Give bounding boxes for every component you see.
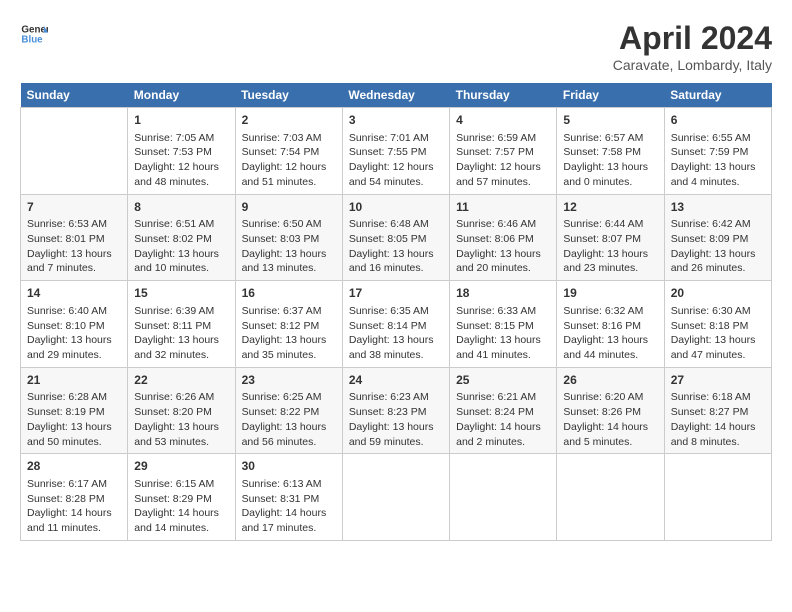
calendar-cell: 15Sunrise: 6:39 AMSunset: 8:11 PMDayligh… <box>128 281 235 368</box>
day-number: 29 <box>134 458 228 475</box>
day-number: 3 <box>349 112 443 129</box>
day-number: 11 <box>456 199 550 216</box>
calendar-cell: 2Sunrise: 7:03 AMSunset: 7:54 PMDaylight… <box>235 108 342 195</box>
calendar-cell: 30Sunrise: 6:13 AMSunset: 8:31 PMDayligh… <box>235 454 342 541</box>
calendar-cell: 22Sunrise: 6:26 AMSunset: 8:20 PMDayligh… <box>128 367 235 454</box>
calendar-week-row: 7Sunrise: 6:53 AMSunset: 8:01 PMDaylight… <box>21 194 772 281</box>
day-number: 24 <box>349 372 443 389</box>
day-number: 9 <box>242 199 336 216</box>
day-number: 13 <box>671 199 765 216</box>
calendar-cell: 29Sunrise: 6:15 AMSunset: 8:29 PMDayligh… <box>128 454 235 541</box>
calendar-cell <box>664 454 771 541</box>
calendar-cell: 18Sunrise: 6:33 AMSunset: 8:15 PMDayligh… <box>450 281 557 368</box>
calendar-cell: 28Sunrise: 6:17 AMSunset: 8:28 PMDayligh… <box>21 454 128 541</box>
calendar-week-row: 28Sunrise: 6:17 AMSunset: 8:28 PMDayligh… <box>21 454 772 541</box>
location-subtitle: Caravate, Lombardy, Italy <box>613 57 772 73</box>
calendar-header-friday: Friday <box>557 83 664 108</box>
calendar-cell: 14Sunrise: 6:40 AMSunset: 8:10 PMDayligh… <box>21 281 128 368</box>
calendar-cell: 13Sunrise: 6:42 AMSunset: 8:09 PMDayligh… <box>664 194 771 281</box>
calendar-table: SundayMondayTuesdayWednesdayThursdayFrid… <box>20 83 772 541</box>
day-number: 17 <box>349 285 443 302</box>
calendar-cell: 19Sunrise: 6:32 AMSunset: 8:16 PMDayligh… <box>557 281 664 368</box>
day-number: 14 <box>27 285 121 302</box>
calendar-cell <box>450 454 557 541</box>
day-number: 2 <box>242 112 336 129</box>
calendar-week-row: 14Sunrise: 6:40 AMSunset: 8:10 PMDayligh… <box>21 281 772 368</box>
calendar-cell: 24Sunrise: 6:23 AMSunset: 8:23 PMDayligh… <box>342 367 449 454</box>
calendar-week-row: 21Sunrise: 6:28 AMSunset: 8:19 PMDayligh… <box>21 367 772 454</box>
calendar-cell: 25Sunrise: 6:21 AMSunset: 8:24 PMDayligh… <box>450 367 557 454</box>
day-number: 27 <box>671 372 765 389</box>
calendar-cell: 12Sunrise: 6:44 AMSunset: 8:07 PMDayligh… <box>557 194 664 281</box>
day-number: 15 <box>134 285 228 302</box>
day-number: 28 <box>27 458 121 475</box>
calendar-cell <box>342 454 449 541</box>
day-number: 18 <box>456 285 550 302</box>
calendar-cell: 6Sunrise: 6:55 AMSunset: 7:59 PMDaylight… <box>664 108 771 195</box>
calendar-cell: 17Sunrise: 6:35 AMSunset: 8:14 PMDayligh… <box>342 281 449 368</box>
header: General Blue April 2024 Caravate, Lombar… <box>20 20 772 73</box>
calendar-cell: 3Sunrise: 7:01 AMSunset: 7:55 PMDaylight… <box>342 108 449 195</box>
day-number: 7 <box>27 199 121 216</box>
day-number: 20 <box>671 285 765 302</box>
day-number: 6 <box>671 112 765 129</box>
day-number: 23 <box>242 372 336 389</box>
calendar-cell: 26Sunrise: 6:20 AMSunset: 8:26 PMDayligh… <box>557 367 664 454</box>
calendar-header-sunday: Sunday <box>21 83 128 108</box>
calendar-header-thursday: Thursday <box>450 83 557 108</box>
calendar-cell: 7Sunrise: 6:53 AMSunset: 8:01 PMDaylight… <box>21 194 128 281</box>
calendar-cell: 4Sunrise: 6:59 AMSunset: 7:57 PMDaylight… <box>450 108 557 195</box>
day-number: 4 <box>456 112 550 129</box>
calendar-cell: 5Sunrise: 6:57 AMSunset: 7:58 PMDaylight… <box>557 108 664 195</box>
day-number: 8 <box>134 199 228 216</box>
day-number: 12 <box>563 199 657 216</box>
svg-text:Blue: Blue <box>21 34 43 45</box>
calendar-header-tuesday: Tuesday <box>235 83 342 108</box>
day-number: 30 <box>242 458 336 475</box>
calendar-cell: 10Sunrise: 6:48 AMSunset: 8:05 PMDayligh… <box>342 194 449 281</box>
day-number: 25 <box>456 372 550 389</box>
calendar-cell: 23Sunrise: 6:25 AMSunset: 8:22 PMDayligh… <box>235 367 342 454</box>
day-number: 16 <box>242 285 336 302</box>
title-area: April 2024 Caravate, Lombardy, Italy <box>613 20 772 73</box>
calendar-header-saturday: Saturday <box>664 83 771 108</box>
calendar-cell: 20Sunrise: 6:30 AMSunset: 8:18 PMDayligh… <box>664 281 771 368</box>
month-year-title: April 2024 <box>613 20 772 57</box>
calendar-header-wednesday: Wednesday <box>342 83 449 108</box>
day-number: 26 <box>563 372 657 389</box>
calendar-cell: 11Sunrise: 6:46 AMSunset: 8:06 PMDayligh… <box>450 194 557 281</box>
calendar-cell <box>21 108 128 195</box>
calendar-header-monday: Monday <box>128 83 235 108</box>
calendar-header-row: SundayMondayTuesdayWednesdayThursdayFrid… <box>21 83 772 108</box>
calendar-cell: 27Sunrise: 6:18 AMSunset: 8:27 PMDayligh… <box>664 367 771 454</box>
day-number: 19 <box>563 285 657 302</box>
day-number: 5 <box>563 112 657 129</box>
calendar-cell: 8Sunrise: 6:51 AMSunset: 8:02 PMDaylight… <box>128 194 235 281</box>
day-number: 10 <box>349 199 443 216</box>
calendar-cell: 9Sunrise: 6:50 AMSunset: 8:03 PMDaylight… <box>235 194 342 281</box>
day-number: 22 <box>134 372 228 389</box>
day-number: 1 <box>134 112 228 129</box>
logo-icon: General Blue <box>20 20 48 48</box>
calendar-cell <box>557 454 664 541</box>
logo: General Blue <box>20 20 48 48</box>
day-number: 21 <box>27 372 121 389</box>
calendar-cell: 21Sunrise: 6:28 AMSunset: 8:19 PMDayligh… <box>21 367 128 454</box>
calendar-cell: 1Sunrise: 7:05 AMSunset: 7:53 PMDaylight… <box>128 108 235 195</box>
calendar-cell: 16Sunrise: 6:37 AMSunset: 8:12 PMDayligh… <box>235 281 342 368</box>
calendar-week-row: 1Sunrise: 7:05 AMSunset: 7:53 PMDaylight… <box>21 108 772 195</box>
